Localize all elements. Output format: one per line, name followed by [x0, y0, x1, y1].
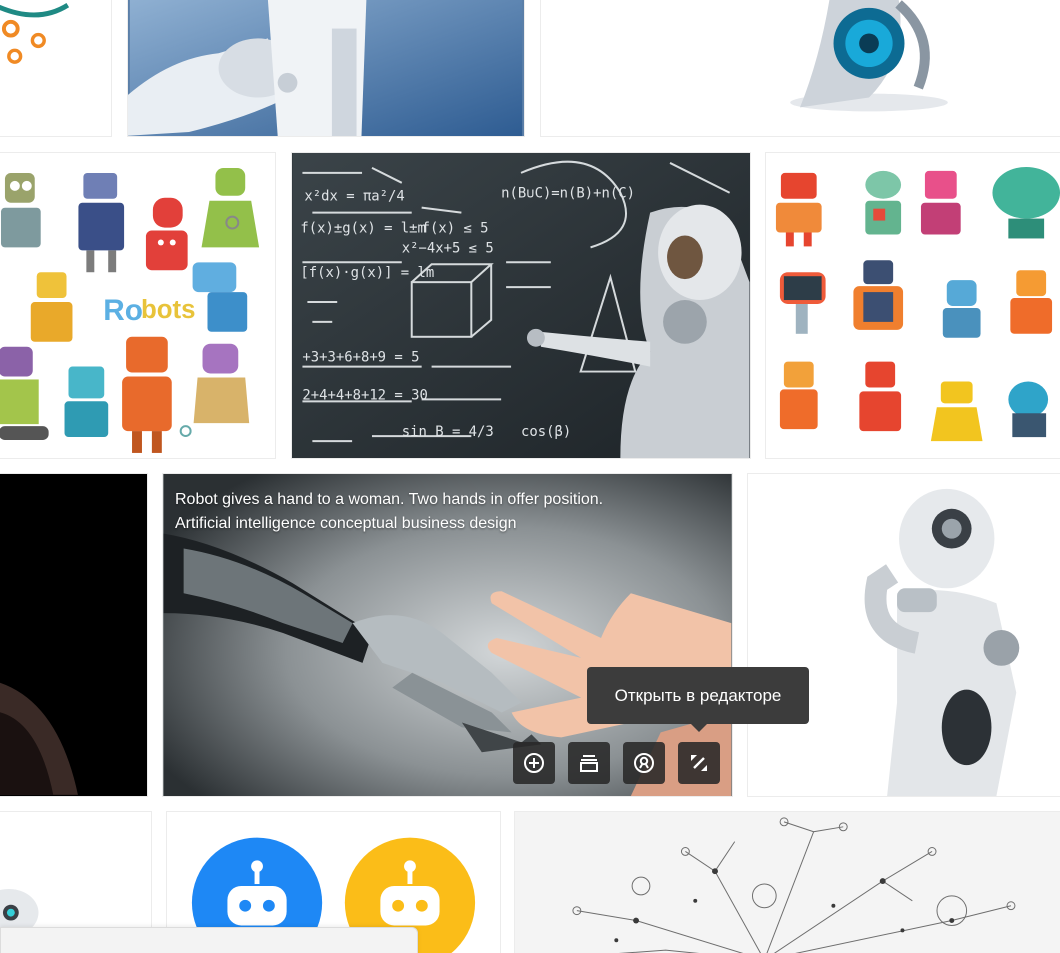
view-author-button[interactable] — [623, 742, 665, 784]
gallery-item-cartoon-robots-grid[interactable] — [765, 152, 1060, 459]
svg-text:x²dx = πa²/4: x²dx = πa²/4 — [304, 189, 404, 205]
plus-circle-icon — [524, 753, 544, 773]
add-to-project-button[interactable] — [513, 742, 555, 784]
image-gallery: Ro bots x²dx = πa²/4 f(x)±g(x) = l±m [f(… — [0, 0, 1060, 953]
open-in-editor-tooltip: Открыть в редакторе — [587, 667, 809, 732]
svg-text:f(x)±g(x) = l±m: f(x)±g(x) = l±m — [300, 220, 425, 236]
image-actions-toolbar — [513, 742, 720, 784]
gallery-item-robot-head-chrome[interactable] — [540, 0, 1060, 137]
stack-icon — [580, 755, 598, 772]
image-thumbnail — [766, 153, 1060, 458]
profile-icon — [634, 753, 654, 773]
svg-text:sin B = 4/3: sin B = 4/3 — [402, 424, 494, 440]
svg-text:x²−4x+5 ≤ 5: x²−4x+5 ≤ 5 — [402, 240, 494, 256]
edit-icon — [691, 755, 707, 771]
gallery-item-cartoon-partial[interactable] — [0, 0, 112, 137]
image-thumbnail: Ro bots — [0, 153, 275, 458]
bottom-panel — [0, 927, 418, 953]
svg-text:Ro: Ro — [103, 294, 143, 327]
image-thumbnail — [128, 0, 523, 136]
svg-text:cos(β): cos(β) — [521, 424, 571, 440]
image-thumbnail — [0, 3, 70, 64]
image-thumbnail — [517, 812, 1059, 953]
image-thumbnail: x²dx = πa²/4 f(x)±g(x) = l±m [f(x)·g(x)]… — [292, 153, 750, 458]
gallery-item-network-diagram[interactable] — [514, 811, 1060, 953]
caption-line-2: Artificial intelligence conceptual busin… — [175, 515, 517, 532]
gallery-item-robot-blackboard[interactable]: x²dx = πa²/4 f(x)±g(x) = l±m [f(x)·g(x)]… — [291, 152, 751, 459]
gallery-item-cartoon-robots-set[interactable]: Ro bots — [0, 152, 276, 459]
image-thumbnail — [748, 474, 1060, 796]
gallery-item-robot-hand-woman[interactable]: Robot gives a hand to a woman. Two hands… — [162, 473, 733, 797]
open-in-editor-button[interactable] — [678, 742, 720, 784]
image-thumbnail — [543, 0, 1059, 136]
svg-text:n(B∪C)=n(B)+n(C): n(B∪C)=n(B)+n(C) — [501, 186, 635, 202]
svg-text:f(x) ≤ 5: f(x) ≤ 5 — [422, 220, 489, 236]
gallery-item-dark-partial[interactable] — [0, 473, 148, 797]
image-thumbnail — [0, 475, 147, 795]
svg-text:bots: bots — [141, 296, 195, 324]
caption-line-1: Robot gives a hand to a woman. Two hands… — [175, 491, 604, 508]
svg-text:[f(x)·g(x)] = lm: [f(x)·g(x)] = lm — [300, 265, 434, 281]
gallery-item-robot-praying[interactable] — [127, 0, 525, 137]
svg-text:2+4+4+8+12 = 30: 2+4+4+8+12 = 30 — [302, 387, 427, 403]
image-caption: Robot gives a hand to a woman. Two hands… — [175, 488, 692, 536]
gallery-item-robot-thinking[interactable] — [747, 473, 1060, 797]
svg-text:+3+3+6+8+9 = 5: +3+3+6+8+9 = 5 — [302, 350, 419, 366]
add-to-collection-button[interactable] — [568, 742, 610, 784]
